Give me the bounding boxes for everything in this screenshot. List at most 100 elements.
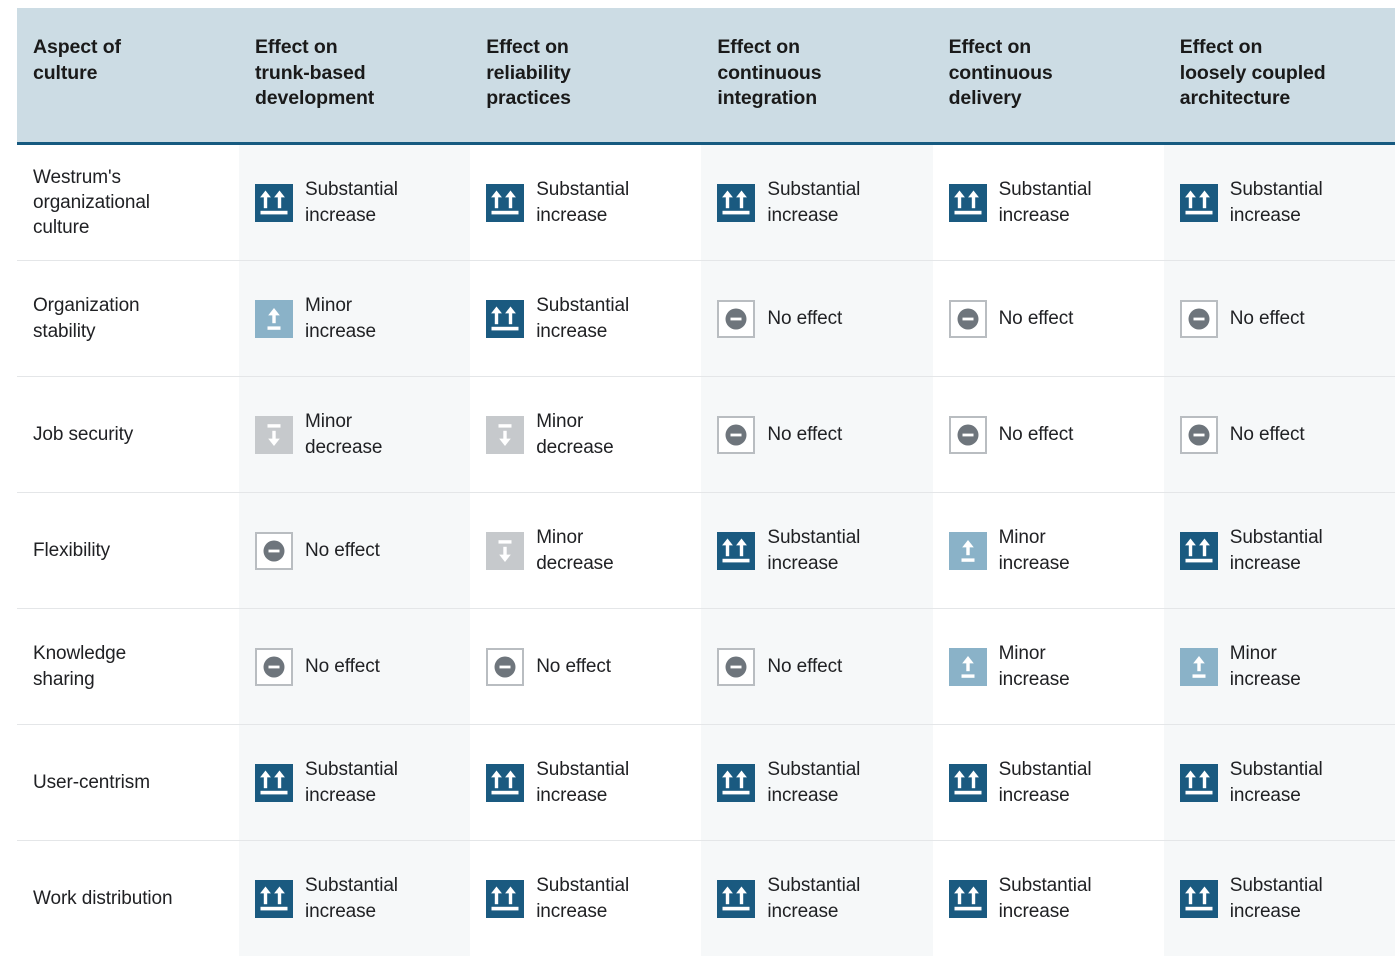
effect-label: No effect: [1229, 308, 1305, 330]
single-up-arrow-icon: [948, 647, 987, 686]
column-header-aspect: Aspect of culture: [17, 8, 239, 146]
table-row: Flexibility No effect Minor decrease Substa…: [17, 492, 1395, 610]
double-up-arrow-icon: [1179, 531, 1218, 570]
effect-cell-content: No effect: [255, 647, 454, 686]
single-down-arrow-icon: [255, 415, 293, 454]
effect-cell-no_effect: No effect: [470, 608, 702, 726]
effect-cell-substantial_increase: Substantial increase: [470, 841, 701, 957]
column-header-continuous_integration: Effect on continuous integration: [701, 8, 933, 146]
effect-cell-no_effect: No effect: [701, 376, 933, 494]
effect-cell-content: Substantial increase: [255, 873, 454, 924]
effect-cell-content: Substantial increase: [717, 757, 916, 808]
effect-cell-substantial_increase: Substantial increase: [701, 143, 933, 262]
aspect-cell: Work distribution: [17, 841, 239, 957]
effect-label: No effect: [1229, 424, 1305, 446]
effect-cell-substantial_increase: Substantial increase: [470, 724, 702, 842]
effect-cell-minor_increase: Minor increase: [1163, 608, 1395, 726]
effect-cell-content: Substantial increase: [255, 757, 454, 808]
effect-label: Minor decrease: [536, 527, 614, 574]
double-up-arrow-icon: [486, 183, 525, 222]
effect-cell-content: Substantial increase: [1179, 177, 1379, 228]
effect-cell-substantial_increase: Substantial increase: [470, 143, 702, 262]
effect-label: Substantial increase: [1229, 875, 1323, 922]
double-up-arrow-icon: [948, 183, 987, 222]
table-row: Work distribution Substantial increase Sub…: [17, 840, 1395, 957]
double-up-arrow-icon: [255, 183, 293, 222]
minus-circle-icon: [1179, 299, 1218, 338]
effect-cell-no_effect: No effect: [1163, 260, 1395, 378]
aspect-label: Flexibility: [33, 539, 111, 561]
effect-label: Substantial increase: [767, 527, 861, 574]
single-down-arrow-icon: [486, 531, 525, 570]
double-up-arrow-icon: [1179, 183, 1218, 222]
single-down-arrow-icon: [486, 415, 525, 454]
effect-cell-content: Minor increase: [948, 641, 1148, 692]
effect-cell-content: No effect: [717, 415, 916, 454]
effect-cell-substantial_increase: Substantial increase: [932, 724, 1164, 842]
double-up-arrow-icon: [948, 879, 987, 918]
column-header-loosely_coupled: Effect on loosely coupled architecture: [1163, 8, 1395, 146]
effect-cell-substantial_increase: Substantial increase: [701, 492, 933, 610]
aspect-cell: Knowledge sharing: [17, 608, 239, 726]
effect-label: No effect: [536, 656, 611, 678]
single-up-arrow-icon: [255, 299, 293, 338]
effect-label: Minor increase: [998, 643, 1070, 690]
column-header-continuous_delivery: Effect on continuous delivery: [932, 8, 1164, 146]
effect-label: No effect: [767, 308, 843, 330]
double-up-arrow-icon: [717, 879, 756, 918]
aspect-label: Westrum's organizational culture: [33, 166, 150, 239]
effect-cell-no_effect: No effect: [239, 608, 471, 726]
effect-cell-content: Minor decrease: [486, 409, 685, 460]
column-header-label: Effect on reliability practices: [486, 36, 571, 110]
single-up-arrow-icon: [948, 531, 987, 570]
table-row: Job security Minor decrease Minor decrease…: [17, 376, 1395, 494]
effect-cell-content: Substantial increase: [255, 177, 454, 228]
effect-label: Substantial increase: [1229, 179, 1323, 226]
effect-cell-content: Substantial increase: [717, 525, 916, 576]
effect-cell-substantial_increase: Substantial increase: [701, 724, 933, 842]
effect-cell-content: No effect: [717, 299, 916, 338]
table-row: Westrum's organizational culture Substant…: [17, 143, 1395, 262]
column-header-reliability: Effect on reliability practices: [470, 8, 702, 146]
column-header-label: Effect on trunk-based development: [255, 36, 375, 110]
effect-cell-minor_decrease: Minor decrease: [470, 492, 702, 610]
double-up-arrow-icon: [486, 763, 525, 802]
effect-cell-content: Minor increase: [948, 525, 1148, 576]
double-up-arrow-icon: [255, 763, 293, 802]
effect-label: Substantial increase: [536, 875, 630, 922]
single-up-arrow-icon: [1179, 647, 1218, 686]
effect-label: No effect: [767, 656, 843, 678]
effect-label: Substantial increase: [536, 179, 630, 226]
double-up-arrow-icon: [717, 531, 756, 570]
effect-cell-content: Substantial increase: [948, 177, 1148, 228]
effect-label: Substantial increase: [998, 875, 1092, 922]
effect-label: Substantial increase: [998, 179, 1092, 226]
culture-effects-table: Aspect of culture Effect on trunk-based d…: [17, 8, 1395, 957]
column-header-label: Effect on continuous delivery: [948, 36, 1053, 110]
effect-cell-content: Substantial increase: [486, 293, 685, 344]
effect-cell-substantial_increase: Substantial increase: [933, 841, 1164, 957]
effect-cell-no_effect: No effect: [1163, 376, 1395, 494]
table-body: Westrum's organizational culture Substant…: [17, 143, 1395, 957]
effect-cell-substantial_increase: Substantial increase: [1163, 840, 1395, 957]
double-up-arrow-icon: [486, 299, 525, 338]
aspect-cell: Organization stability: [17, 260, 239, 378]
column-header-label: Effect on continuous integration: [717, 36, 822, 110]
aspect-label: Knowledge sharing: [33, 643, 127, 690]
aspect-label: Organization stability: [33, 295, 140, 342]
effect-cell-substantial_increase: Substantial increase: [239, 724, 471, 842]
effect-cell-content: No effect: [255, 531, 454, 570]
effect-cell-content: Minor decrease: [255, 409, 454, 460]
aspect-cell: Job security: [17, 376, 239, 494]
minus-circle-icon: [255, 647, 293, 686]
effect-cell-content: Minor increase: [255, 293, 454, 344]
effect-cell-content: No effect: [948, 299, 1148, 338]
minus-circle-icon: [948, 299, 987, 338]
effect-label: Minor increase: [1229, 643, 1301, 690]
effect-label: Substantial increase: [536, 295, 630, 342]
effect-cell-substantial_increase: Substantial increase: [701, 840, 933, 957]
effect-cell-content: Substantial increase: [486, 757, 685, 808]
minus-circle-icon: [486, 647, 525, 686]
column-header-label: Aspect of culture: [33, 36, 121, 84]
effect-label: Minor increase: [305, 295, 377, 342]
